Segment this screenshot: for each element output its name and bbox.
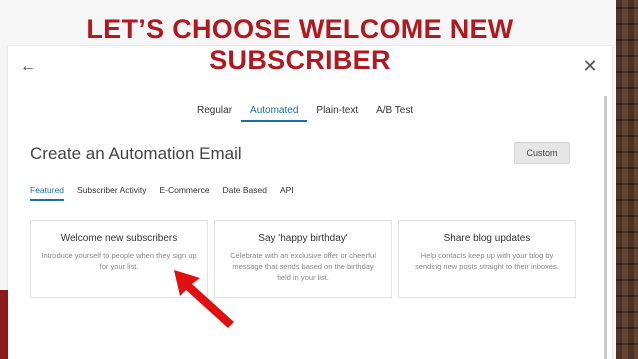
- create-email-modal: ← ✕ Regular Automated Plain-text A/B Tes…: [8, 46, 612, 359]
- tab-featured[interactable]: Featured: [30, 185, 65, 201]
- tab-e-commerce[interactable]: E-Commerce: [159, 185, 209, 201]
- email-type-tabs: Regular Automated Plain-text A/B Test: [188, 105, 422, 122]
- brick-wall-edge: [616, 0, 638, 359]
- tab-subscriber-activity[interactable]: Subscriber Activity: [77, 185, 146, 201]
- tab-ab-test[interactable]: A/B Test: [367, 105, 422, 122]
- red-accent-strip: [0, 290, 8, 359]
- tab-automated[interactable]: Automated: [241, 105, 308, 122]
- automation-cards: Welcome new subscribers Introduce yourse…: [30, 220, 576, 298]
- category-tabs: Featured Subscriber Activity E-Commerce …: [30, 185, 307, 201]
- tab-date-based[interactable]: Date Based: [223, 185, 267, 201]
- card-title: Welcome new subscribers: [60, 233, 178, 244]
- card-happy-birthday[interactable]: Say 'happy birthday' Celebrate with an e…: [214, 220, 392, 298]
- tab-regular[interactable]: Regular: [188, 105, 241, 122]
- card-description: Help contacts keep up with your blog by …: [415, 251, 559, 271]
- tab-plain-text[interactable]: Plain-text: [307, 105, 367, 122]
- red-arrow-icon: [174, 270, 234, 328]
- card-description: Celebrate with an exclusive offer or che…: [230, 251, 376, 282]
- slide-title-line1: LET’S CHOOSE WELCOME NEW: [86, 14, 514, 44]
- tab-api[interactable]: API: [280, 185, 294, 201]
- card-title: Share blog updates: [443, 233, 531, 244]
- scrollbar[interactable]: [604, 96, 607, 359]
- page-title: Create an Automation Email: [30, 144, 242, 163]
- slide-title: LET’S CHOOSE WELCOME NEW SUBSCRIBER: [0, 14, 600, 76]
- card-title: Say 'happy birthday': [258, 233, 348, 244]
- custom-button[interactable]: Custom: [514, 142, 570, 164]
- slide-title-line2: SUBSCRIBER: [209, 45, 391, 75]
- card-share-blog-updates[interactable]: Share blog updates Help contacts keep up…: [398, 220, 576, 298]
